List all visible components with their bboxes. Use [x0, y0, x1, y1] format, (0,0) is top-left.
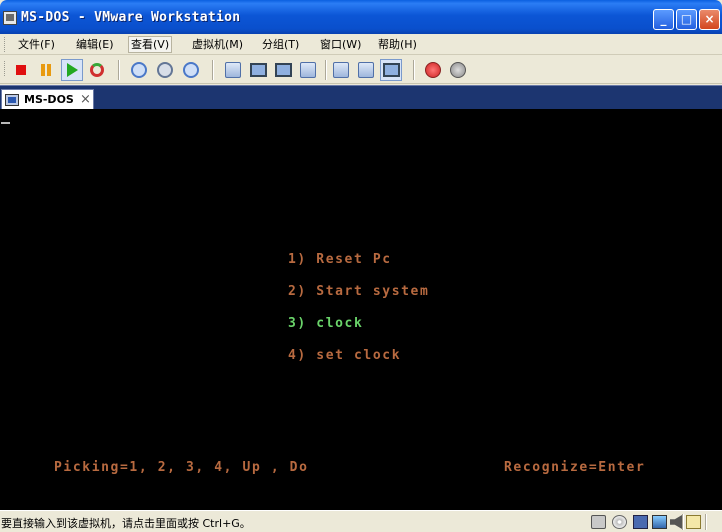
vm-icon: [5, 94, 19, 106]
vm-console[interactable]: 1) Reset Pc 2) Start system 3) clock 4) …: [0, 109, 722, 510]
quick-switch-icon: [225, 62, 241, 78]
hard-disk-icon[interactable]: [591, 515, 606, 529]
snapshot-manager-button[interactable]: [180, 59, 202, 81]
toolbar-separator: [325, 60, 327, 80]
menu-help[interactable]: 帮助(H): [376, 36, 419, 53]
unity-button[interactable]: [297, 59, 319, 81]
summary-icon: [333, 62, 349, 78]
snapshot-take-button[interactable]: [128, 59, 150, 81]
menu-grip[interactable]: [4, 37, 7, 52]
console-icon: [358, 62, 374, 78]
snapshot-revert-button[interactable]: [154, 59, 176, 81]
floppy-icon[interactable]: [633, 515, 648, 529]
tab-label: MS-DOS: [24, 93, 74, 106]
toolbar-grip[interactable]: [4, 61, 7, 76]
console-view-button[interactable]: [380, 59, 402, 81]
record-button[interactable]: [422, 59, 444, 81]
picking-hint: Picking=1, 2, 3, 4, Up , Do: [54, 460, 309, 475]
stop-icon: [16, 65, 26, 75]
play-icon: [66, 63, 78, 77]
vmware-app-icon[interactable]: [3, 11, 17, 25]
close-button[interactable]: ×: [699, 9, 720, 30]
menu-bar: 文件(F) 编辑(E) 查看(V) 虚拟机(M) 分组(T) 窗口(W) 帮助(…: [0, 34, 722, 55]
menu-option-set-clock[interactable]: 4) set clock: [288, 348, 401, 363]
toolbar-separator: [413, 60, 415, 80]
fit-window-icon: [274, 63, 292, 77]
menu-vm[interactable]: 虚拟机(M): [190, 36, 245, 53]
full-screen-icon: [249, 63, 267, 77]
menu-option-reset-pc[interactable]: 1) Reset Pc: [288, 252, 392, 267]
summary-button[interactable]: [330, 59, 352, 81]
menu-team[interactable]: 分组(T): [260, 36, 301, 53]
tab-close-icon[interactable]: ×: [80, 92, 91, 107]
menu-file[interactable]: 文件(F): [16, 36, 57, 53]
status-message: 要直接输入到该虚拟机，请点击里面或按 Ctrl+G。: [1, 517, 251, 530]
toolbar: [0, 56, 722, 84]
toolbar-separator: [212, 60, 214, 80]
network-icon[interactable]: [652, 515, 667, 529]
title-bar[interactable]: MS-DOS - VMware Workstation _ □ ×: [0, 0, 722, 34]
replay-icon: [450, 62, 466, 78]
menu-view[interactable]: 查看(V): [128, 36, 173, 53]
console-button[interactable]: [355, 59, 377, 81]
snapshot-revert-icon: [157, 62, 173, 78]
console-view-icon: [382, 63, 400, 77]
play-button[interactable]: [61, 59, 83, 81]
snapshot-take-icon: [131, 62, 147, 78]
pause-icon: [41, 64, 51, 76]
cd-rom-icon[interactable]: [612, 515, 627, 529]
unity-icon: [300, 62, 316, 78]
toolbar-separator: [118, 60, 120, 80]
fit-window-button[interactable]: [272, 59, 294, 81]
minimize-button[interactable]: _: [653, 9, 674, 30]
quick-switch-button[interactable]: [222, 59, 244, 81]
text-cursor: [1, 122, 10, 124]
menu-edit[interactable]: 编辑(E): [74, 36, 116, 53]
sound-icon[interactable]: [670, 515, 682, 529]
recognize-hint: Recognize=Enter: [504, 460, 646, 475]
menu-option-clock[interactable]: 3) clock: [288, 316, 363, 331]
full-screen-button[interactable]: [247, 59, 269, 81]
snapshot-manager-icon: [183, 62, 199, 78]
tab-ms-dos[interactable]: MS-DOS ×: [1, 89, 94, 110]
status-separator: [682, 514, 684, 530]
menu-option-start-system[interactable]: 2) Start system: [288, 284, 429, 299]
pause-button[interactable]: [35, 59, 57, 81]
stop-button[interactable]: [10, 59, 32, 81]
record-icon: [425, 62, 441, 78]
window-title: MS-DOS - VMware Workstation: [21, 10, 241, 25]
message-log-icon[interactable]: [686, 515, 701, 529]
menu-window[interactable]: 窗口(W): [318, 36, 363, 53]
replay-button[interactable]: [447, 59, 469, 81]
reset-button[interactable]: [86, 59, 108, 81]
status-separator: [705, 514, 707, 530]
maximize-button[interactable]: □: [676, 9, 697, 30]
tab-strip: MS-DOS ×: [0, 85, 722, 110]
status-bar: 要直接输入到该虚拟机，请点击里面或按 Ctrl+G。: [0, 510, 722, 532]
reset-icon: [90, 63, 104, 77]
